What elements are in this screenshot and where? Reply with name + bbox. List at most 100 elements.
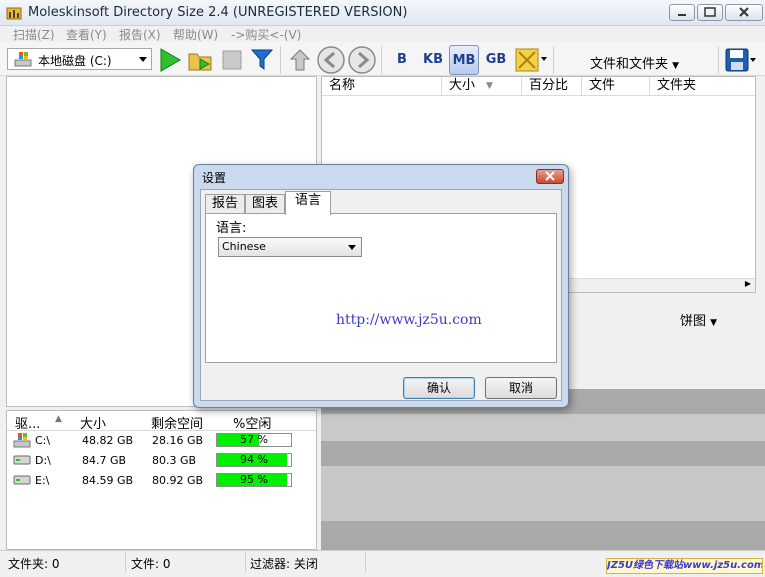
- view-mode-dropdown[interactable]: 文件和文件夹 ▼: [590, 53, 679, 72]
- tab-language[interactable]: 语言: [285, 191, 331, 215]
- settings-dialog: 设置 报告 图表 语言 语言: Chinese http://www.jz5u.…: [193, 164, 569, 408]
- menu-help[interactable]: 帮助(W): [173, 26, 218, 43]
- chart-band: [321, 466, 765, 521]
- filter-icon[interactable]: [249, 47, 275, 73]
- dialog-title: 设置: [202, 171, 227, 185]
- auto-size-icon[interactable]: [514, 47, 540, 73]
- drive-free: 28.16 GB: [152, 434, 204, 447]
- unit-gb-button[interactable]: GB: [481, 45, 511, 75]
- back-icon[interactable]: [316, 45, 346, 75]
- dialog-body: 报告 图表 语言 语言: Chinese http://www.jz5u.com…: [200, 189, 562, 401]
- status-separator: [365, 553, 366, 573]
- free-space-label: 94 %: [240, 453, 268, 466]
- drive-row[interactable]: E:\ 84.59 GB 80.92 GB 95 %: [7, 471, 316, 491]
- drive-size: 84.7 GB: [82, 454, 127, 467]
- column-header-name[interactable]: 名称: [322, 77, 442, 95]
- menu-report[interactable]: 报告(X): [119, 26, 161, 43]
- free-space-bar: 94 %: [216, 453, 292, 467]
- column-header-size[interactable]: 大小 ▼: [442, 77, 522, 95]
- drive-size: 84.59 GB: [82, 474, 134, 487]
- title-bar: Moleskinsoft Directory Size 2.4 (UNREGIS…: [0, 0, 765, 26]
- column-header-folders[interactable]: 文件夹: [650, 77, 755, 95]
- tab-chart[interactable]: 图表: [245, 194, 285, 214]
- free-space-bar: 57 %: [216, 433, 292, 447]
- play-icon[interactable]: [157, 47, 183, 73]
- drive-row[interactable]: C:\ 48.82 GB 28.16 GB 57 %: [7, 431, 316, 451]
- maximize-button[interactable]: [697, 4, 723, 21]
- header-divider: [322, 95, 755, 96]
- drive-select[interactable]: 本地磁盘 (C:): [7, 48, 152, 70]
- drives-table[interactable]: 驱... ▲ 大小 剩余空间 %空闲 C:\ 48.82 GB 28.16 GB…: [6, 410, 317, 550]
- sort-descending-icon: ▼: [486, 81, 493, 91]
- toolbar-separator: [381, 46, 382, 74]
- column-header-percent[interactable]: 百分比: [522, 77, 582, 95]
- chevron-down-icon[interactable]: [750, 58, 756, 62]
- status-separator: [125, 553, 126, 573]
- window-title: Moleskinsoft Directory Size 2.4 (UNREGIS…: [28, 5, 408, 20]
- drive-size: 48.82 GB: [82, 434, 134, 447]
- stop-icon[interactable]: [219, 47, 245, 73]
- free-space-bar: 95 %: [216, 473, 292, 487]
- sort-ascending-icon: ▲: [55, 414, 62, 424]
- close-icon: [739, 7, 749, 17]
- cancel-button[interactable]: 取消: [485, 377, 557, 399]
- minimize-button[interactable]: [669, 4, 695, 21]
- unit-mb-button[interactable]: MB: [449, 45, 479, 75]
- view-mode-label: 文件和文件夹: [590, 57, 669, 72]
- free-space-label: 95 %: [240, 473, 268, 486]
- close-icon: [545, 171, 555, 181]
- drive-select-value: 本地磁盘 (C:): [38, 54, 112, 68]
- app-icon: [6, 7, 22, 20]
- toolbar-separator: [280, 46, 281, 74]
- chevron-down-icon[interactable]: [541, 57, 547, 61]
- drive-name: E:\: [35, 474, 50, 487]
- chart-type-label: 饼图: [680, 314, 707, 329]
- status-filter: 过滤器: 关闭: [250, 557, 318, 571]
- watermark-badge: JZ5U绿色下载站www.jz5u.com: [606, 558, 763, 574]
- drive-free: 80.92 GB: [152, 474, 204, 487]
- free-space-label: 57 %: [240, 433, 268, 446]
- up-folder-icon[interactable]: [287, 47, 313, 73]
- save-icon[interactable]: [725, 48, 749, 72]
- chevron-down-icon: ▼: [672, 61, 680, 71]
- tab-report[interactable]: 报告: [205, 194, 245, 214]
- close-button[interactable]: [725, 4, 763, 21]
- menu-scan[interactable]: 扫描(Z): [13, 26, 55, 43]
- toolbar-separator: [718, 46, 719, 74]
- toolbar-separator: [553, 46, 554, 74]
- menu-bar: 扫描(Z) 查看(Y) 报告(X) 帮助(W) ->购买<-(V): [0, 26, 765, 42]
- drive-name: C:\: [35, 434, 51, 447]
- forward-icon[interactable]: [347, 45, 377, 75]
- restore-icon: [704, 7, 716, 17]
- drive-row[interactable]: D:\ 84.7 GB 80.3 GB 94 %: [7, 451, 316, 471]
- windows-drive-icon: [14, 52, 32, 67]
- hard-drive-icon: [13, 475, 31, 485]
- menu-view[interactable]: 查看(Y): [66, 26, 107, 43]
- chevron-down-icon: ▼: [710, 318, 718, 328]
- unit-b-button[interactable]: B: [387, 45, 417, 75]
- column-header-files[interactable]: 文件: [582, 77, 650, 95]
- windows-drive-icon: [13, 433, 31, 448]
- menu-buy[interactable]: ->购买<-(V): [231, 26, 301, 43]
- website-link[interactable]: http://www.jz5u.com: [336, 312, 482, 328]
- status-files: 文件: 0: [131, 557, 171, 571]
- scan-folder-icon[interactable]: [187, 47, 213, 73]
- language-label: 语言:: [216, 221, 247, 236]
- drive-name: D:\: [35, 454, 51, 467]
- language-tab-page: 语言: Chinese http://www.jz5u.com: [205, 213, 557, 363]
- hard-drive-icon: [13, 455, 31, 465]
- dialog-close-button[interactable]: [536, 169, 564, 184]
- chevron-down-icon: [348, 245, 356, 250]
- unit-kb-button[interactable]: KB: [418, 45, 448, 75]
- minimize-icon: [678, 14, 686, 16]
- status-folders: 文件夹: 0: [8, 557, 60, 571]
- language-select[interactable]: Chinese: [218, 237, 362, 257]
- chevron-down-icon: [139, 57, 147, 62]
- status-separator: [245, 553, 246, 573]
- ok-button[interactable]: 确认: [403, 377, 475, 399]
- scroll-right-icon[interactable]: ▶: [745, 279, 751, 288]
- chart-band: [321, 414, 765, 441]
- language-select-value: Chinese: [222, 240, 266, 253]
- drive-free: 80.3 GB: [152, 454, 197, 467]
- chart-type-dropdown[interactable]: 饼图 ▼: [680, 310, 717, 329]
